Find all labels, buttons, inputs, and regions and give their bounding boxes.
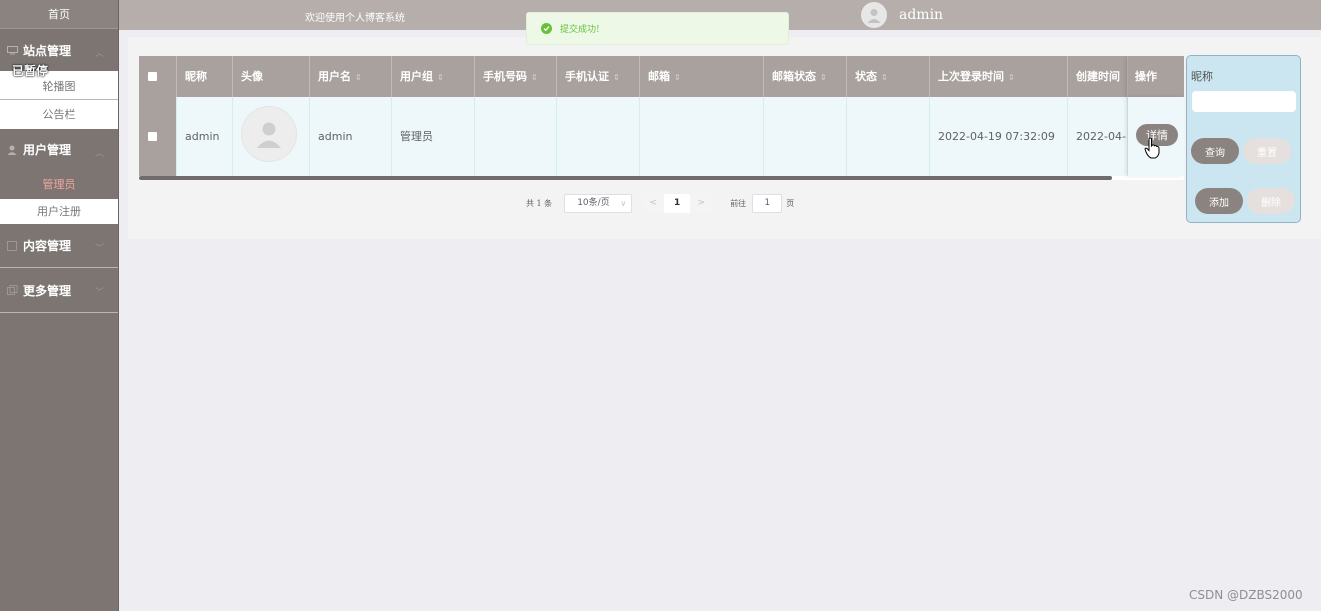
prev-page-button[interactable]: <: [642, 194, 665, 213]
table-row: admin admin 管理员 2022-04-19 07:32:09 2022…: [139, 97, 1184, 176]
column-header-phone[interactable]: 手机号码 ⇕: [475, 56, 557, 97]
next-page-button[interactable]: >: [690, 194, 713, 213]
user-icon: [257, 122, 281, 148]
column-header-created[interactable]: 创建时间: [1068, 56, 1128, 97]
delete-button[interactable]: 删除: [1247, 188, 1295, 214]
success-toast: 提交成功!: [526, 12, 789, 45]
cell-created: 2022-04-19 07:32:09: [1068, 97, 1128, 176]
paused-overlay: 已暂停: [12, 64, 49, 78]
sort-icon: ⇕: [674, 73, 681, 82]
row-select-cell: [139, 97, 177, 176]
sidebar-group-content[interactable]: 内容管理 ﹀: [0, 224, 118, 267]
chevron-down-icon: ∨: [620, 199, 627, 208]
monitor-icon: [6, 45, 18, 55]
search-input[interactable]: [1192, 91, 1296, 112]
column-header-nickname: 昵称: [177, 56, 233, 97]
column-header-avatar: 头像: [233, 56, 310, 97]
sidebar-group-label: 站点管理: [23, 43, 72, 58]
hand-cursor-icon: [1144, 137, 1160, 163]
sidebar-item-register[interactable]: 用户注册: [0, 199, 118, 224]
cell-username: admin: [310, 97, 392, 176]
chevron-down-icon: ﹀: [94, 244, 104, 254]
sort-icon: ⇕: [613, 73, 620, 82]
check-circle-icon: [541, 23, 552, 34]
search-label: 昵称: [1191, 70, 1213, 83]
toast-message: 提交成功!: [560, 25, 600, 35]
cell-status: [847, 97, 930, 176]
column-header-group[interactable]: 用户组 ⇕: [392, 56, 475, 97]
sidebar-group-label: 内容管理: [23, 239, 72, 253]
watermark: CSDN @DZBS2000: [1189, 588, 1303, 602]
chevron-up-icon: ︿: [94, 49, 104, 59]
column-header-phone-verify[interactable]: 手机认证 ⇕: [557, 56, 640, 97]
goto-label: 前往: [730, 199, 747, 208]
sidebar-group-more[interactable]: 更多管理 ﹀: [0, 268, 118, 312]
select-all-cell: [139, 56, 177, 97]
user-icon: [6, 145, 18, 155]
select-all-checkbox[interactable]: [148, 72, 157, 81]
avatar[interactable]: [861, 2, 887, 28]
goto-page-input[interactable]: 1: [752, 194, 783, 213]
pagination: 共 1 条 10条/页 ∨ < 1 > 前往 1 页: [526, 194, 794, 213]
table-header: 昵称 头像 用户名 ⇕ 用户组 ⇕ 手机号码 ⇕ 手机认证 ⇕ 邮箱 ⇕ 邮箱状态 ⇕ 状态…: [139, 56, 1184, 97]
sort-icon: ⇕: [355, 73, 362, 82]
sidebar-group-label: 更多管理: [23, 283, 72, 298]
horizontal-scrollbar[interactable]: [139, 176, 1112, 180]
cell-avatar: [233, 97, 310, 176]
row-checkbox[interactable]: [148, 132, 157, 141]
welcome-text: 欢迎使用个人博客系统: [305, 13, 405, 24]
sort-icon: ⇕: [437, 73, 444, 82]
page-size-select[interactable]: 10条/页 ∨: [564, 194, 633, 213]
sidebar-group-label: 用户管理: [23, 143, 72, 157]
cell-last-login: 2022-04-19 07:32:09: [930, 97, 1068, 176]
sidebar-group-users[interactable]: 用户管理 ︿: [0, 129, 118, 170]
add-button[interactable]: 添加: [1195, 188, 1243, 214]
sort-icon: ⇕: [881, 73, 888, 82]
sort-icon: ⇕: [820, 73, 827, 82]
cell-group: 管理员: [392, 97, 475, 176]
cell-phone-verify: [557, 97, 640, 176]
user-name: admin: [899, 7, 944, 23]
sidebar: 首页 站点管理 ︿ 轮播图 公告栏 用户管理 ︿ 管理员 用户注册 内容管理 ﹀…: [0, 0, 119, 611]
sidebar-item-admin[interactable]: 管理员: [0, 170, 118, 199]
column-header-action: 操作: [1128, 56, 1184, 97]
avatar: [241, 106, 297, 162]
column-header-last-login[interactable]: 上次登录时间 ⇕: [930, 56, 1068, 97]
chevron-down-icon: ﹀: [94, 288, 104, 298]
cell-email-status: [764, 97, 847, 176]
chevron-up-icon: ︿: [94, 149, 104, 159]
page-unit-label: 页: [786, 199, 795, 208]
column-header-status[interactable]: 状态 ⇕: [847, 56, 930, 97]
sidebar-home[interactable]: 首页: [0, 0, 118, 29]
divider: [0, 312, 118, 313]
column-header-email[interactable]: 邮箱 ⇕: [640, 56, 764, 97]
data-table: 昵称 头像 用户名 ⇕ 用户组 ⇕ 手机号码 ⇕ 手机认证 ⇕ 邮箱 ⇕ 邮箱状态 ⇕ 状态…: [139, 56, 1184, 180]
column-header-email-status[interactable]: 邮箱状态 ⇕: [764, 56, 847, 97]
column-header-username[interactable]: 用户名 ⇕: [310, 56, 392, 97]
cell-nickname: admin: [177, 97, 233, 176]
cell-email: [640, 97, 764, 176]
pagination-total: 共 1 条: [526, 199, 553, 208]
sidebar-item-notice[interactable]: 公告栏: [0, 100, 118, 129]
query-button[interactable]: 查询: [1191, 138, 1239, 164]
document-icon: [6, 240, 18, 251]
reset-button[interactable]: 重置: [1243, 138, 1291, 164]
page-number[interactable]: 1: [664, 194, 691, 213]
sort-icon: ⇕: [1008, 73, 1015, 82]
cell-phone: [475, 97, 557, 176]
search-panel: 昵称 查询 重置 添加 删除: [1186, 55, 1301, 223]
copy-icon: [6, 285, 18, 295]
user-menu[interactable]: admin: [861, 2, 943, 28]
sort-icon: ⇕: [531, 73, 538, 82]
user-icon: [867, 9, 881, 23]
